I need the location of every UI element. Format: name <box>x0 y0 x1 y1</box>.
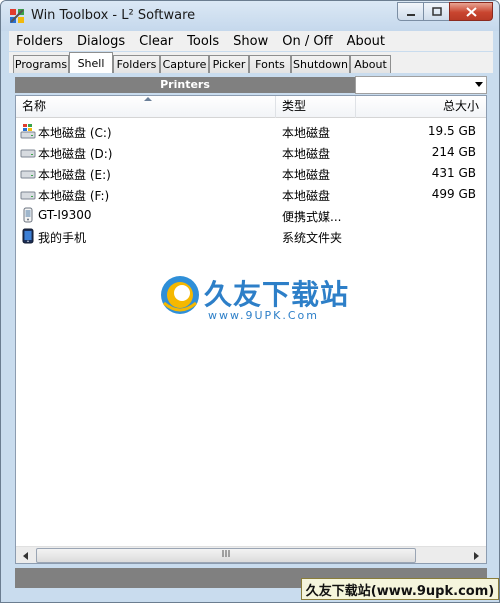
column-type-label: 类型 <box>282 99 307 113</box>
item-type: 便携式媒... <box>282 210 342 224</box>
app-icon <box>10 9 24 23</box>
tab-shutdown[interactable]: Shutdown <box>291 55 350 73</box>
shell-list-view[interactable]: 名称 类型 总大小 本地磁盘 (C:) 本地磁盘 19.5 GB 本地磁盘 (D… <box>15 95 487 564</box>
tab-bar: Programs Shell Folders Capture Picker Fo… <box>9 52 493 73</box>
tab-folders[interactable]: Folders <box>113 55 160 73</box>
tab-capture[interactable]: Capture <box>160 55 209 73</box>
maximize-button[interactable] <box>423 2 449 21</box>
sort-up-icon <box>144 97 152 101</box>
tab-picker[interactable]: Picker <box>209 55 249 73</box>
item-type: 本地磁盘 <box>282 126 331 140</box>
list-header: 名称 类型 总大小 <box>16 96 486 118</box>
tab-shell[interactable]: Shell <box>69 52 113 73</box>
item-type: 本地磁盘 <box>282 189 331 203</box>
horizontal-scrollbar[interactable] <box>16 546 486 563</box>
watermark: 久友下载站 www.9UPK.Com <box>156 271 356 331</box>
list-item[interactable]: 本地磁盘 (D:) 本地磁盘 214 GB <box>16 142 486 163</box>
chevron-down-icon[interactable] <box>475 82 483 87</box>
item-name: 本地磁盘 (D:) <box>38 147 113 161</box>
menu-tools[interactable]: Tools <box>180 34 226 49</box>
windows-drive-icon <box>20 124 36 139</box>
item-type: 系统文件夹 <box>282 231 343 245</box>
column-header-size[interactable]: 总大小 <box>356 96 487 118</box>
item-name: 本地磁盘 (F:) <box>38 189 110 203</box>
item-size: 499 GB <box>431 187 476 201</box>
menu-show[interactable]: Show <box>226 34 275 49</box>
tab-about[interactable]: About <box>350 55 391 73</box>
printers-label: Printers <box>15 77 355 93</box>
site-badge: 久友下载站(www.9upk.com) <box>301 578 499 600</box>
item-name: 本地磁盘 (C:) <box>38 126 112 140</box>
scrollbar-thumb[interactable] <box>36 548 416 563</box>
minimize-icon <box>406 13 415 16</box>
item-name: GT-I9300 <box>38 208 92 222</box>
column-header-type[interactable]: 类型 <box>276 96 356 118</box>
menu-folders[interactable]: Folders <box>9 34 70 49</box>
arrow-left-icon <box>22 551 28 560</box>
menu-dialogs[interactable]: Dialogs <box>70 34 132 49</box>
scroll-left-button[interactable] <box>17 548 34 563</box>
item-size: 431 GB <box>431 166 476 180</box>
list-item[interactable]: 本地磁盘 (E:) 本地磁盘 431 GB <box>16 163 486 184</box>
menu-clear[interactable]: Clear <box>132 34 180 49</box>
grip-icon <box>222 550 230 557</box>
phone-icon <box>23 207 33 223</box>
item-size: 214 GB <box>431 145 476 159</box>
column-name-label: 名称 <box>22 99 47 113</box>
minimize-button[interactable] <box>397 2 423 21</box>
arrow-right-icon <box>473 551 479 560</box>
phone-screen-icon <box>22 228 34 244</box>
drive-icon <box>20 170 36 179</box>
list-item[interactable]: 本地磁盘 (C:) 本地磁盘 19.5 GB <box>16 121 486 142</box>
watermark-subtitle: www.9UPK.Com <box>208 309 319 322</box>
scroll-right-button[interactable] <box>468 548 485 563</box>
tab-programs[interactable]: Programs <box>13 55 69 73</box>
window-title: Win Toolbox - L² Software <box>31 8 196 23</box>
list-item[interactable]: 本地磁盘 (F:) 本地磁盘 499 GB <box>16 184 486 205</box>
watermark-title: 久友下载站 <box>204 278 350 311</box>
item-type: 本地磁盘 <box>282 168 331 182</box>
maximize-icon <box>431 6 442 16</box>
close-button[interactable] <box>449 2 493 21</box>
close-icon <box>465 6 477 17</box>
printers-select[interactable] <box>355 76 487 94</box>
item-name: 本地磁盘 (E:) <box>38 168 111 182</box>
tab-fonts[interactable]: Fonts <box>249 55 291 73</box>
title-bar[interactable]: Win Toolbox - L² Software <box>1 1 499 31</box>
item-name: 我的手机 <box>38 231 87 245</box>
drive-icon <box>20 149 36 158</box>
drive-icon <box>20 191 36 200</box>
item-size: 19.5 GB <box>427 124 476 138</box>
list-item[interactable]: 我的手机 系统文件夹 <box>16 226 486 247</box>
list-item[interactable]: GT-I9300 便携式媒... <box>16 205 486 226</box>
menu-bar: Folders Dialogs Clear Tools Show On / Of… <box>9 31 493 51</box>
column-size-label: 总大小 <box>442 99 479 113</box>
menu-about[interactable]: About <box>340 34 392 49</box>
caption-buttons <box>397 2 493 22</box>
app-window: Win Toolbox - L² Software Folders Dialog… <box>0 0 500 603</box>
menu-on-off[interactable]: On / Off <box>275 34 339 49</box>
watermark-logo-icon <box>161 276 199 314</box>
item-type: 本地磁盘 <box>282 147 331 161</box>
column-header-name[interactable]: 名称 <box>16 96 276 118</box>
